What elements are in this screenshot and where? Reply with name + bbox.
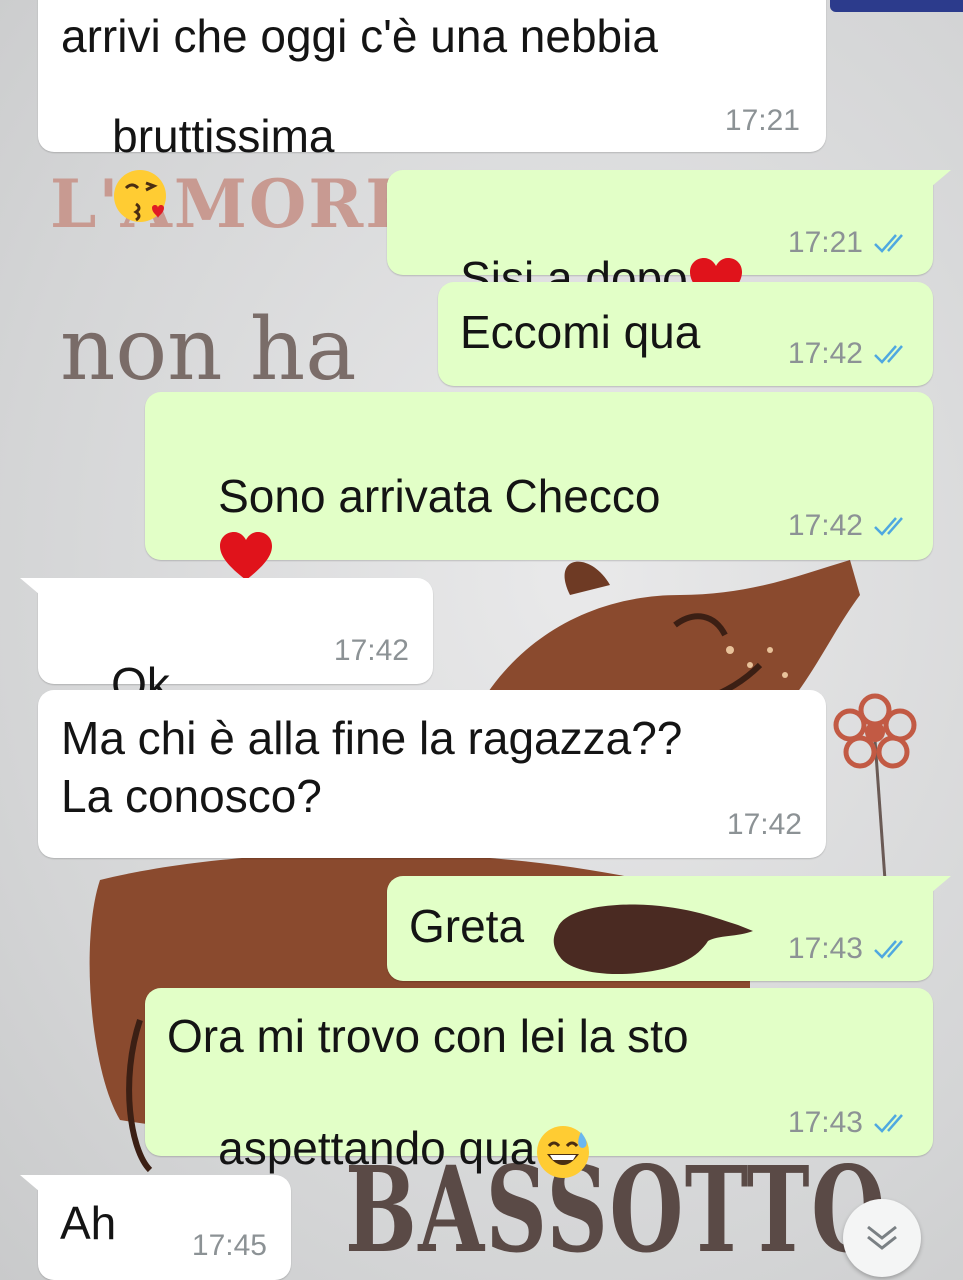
red-heart-icon [220, 531, 273, 580]
redaction-scribble [553, 904, 753, 975]
message-text: La conosco? [61, 770, 322, 822]
message-text-line: bruttissima [112, 110, 335, 162]
message-timestamp: 17:45 [191, 1229, 267, 1262]
double-check-icon [874, 234, 903, 253]
message-timestamp: 17:21 [788, 226, 911, 260]
message-timestamp: 17:42 [333, 634, 409, 667]
message-outgoing[interactable]: Ora mi trovo con lei la sto aspettando q… [145, 988, 933, 1178]
double-check-icon [874, 940, 903, 959]
bubble-tail [925, 170, 951, 192]
message-incoming[interactable]: Ma chi è alla fine la ragazza?? La conos… [38, 690, 826, 858]
message-timestamp: 17:42 [726, 808, 802, 841]
bubble-tail [20, 578, 46, 600]
message-timestamp: 17:42 [788, 337, 911, 371]
message-text: Greta [409, 900, 525, 952]
message-timestamp: 17:43 [788, 1106, 911, 1140]
message-text: Ma chi è alla fine la ragazza?? [61, 712, 683, 764]
double-check-icon [874, 345, 903, 364]
message-incoming[interactable]: Ok 17:42 [20, 578, 433, 770]
wallpaper-text-non: non ha [60, 300, 357, 400]
message-text-line: Sono arrivata Checco [218, 470, 661, 522]
message-outgoing[interactable]: Eccomi qua 17:42 [438, 282, 933, 386]
chevron-double-down-icon [867, 1225, 897, 1250]
bubble-tail [925, 876, 951, 898]
message-timestamp: 17:43 [788, 932, 911, 966]
message-text: bruttissima [61, 52, 335, 280]
message-text: Ora mi trovo con lei la sto [167, 1010, 689, 1062]
message-outgoing[interactable]: Sono arrivata Checco 17:42 [145, 392, 933, 580]
top-bar-edge [830, 0, 963, 12]
scroll-to-bottom-button[interactable] [843, 1199, 921, 1277]
message-text: Ah [60, 1197, 117, 1249]
kiss-face-icon [114, 169, 167, 222]
message-text-line: aspettando qua [218, 1122, 536, 1174]
bubble-tail [20, 1175, 46, 1197]
message-timestamp: 17:21 [724, 104, 800, 137]
message-timestamp: 17:42 [788, 509, 911, 543]
wallpaper-flower [833, 693, 917, 880]
grinning-sweat-face-icon [537, 1125, 590, 1178]
double-check-icon [874, 1114, 903, 1133]
message-text: Eccomi qua [460, 306, 701, 358]
message-incoming[interactable]: arrivi che oggi c'è una nebbia bruttissi… [38, 0, 826, 222]
message-outgoing[interactable]: Sisi a dopo 17:21 [387, 170, 951, 306]
message-incoming[interactable]: Ah 17:45 [20, 1175, 291, 1280]
double-check-icon [874, 517, 903, 536]
